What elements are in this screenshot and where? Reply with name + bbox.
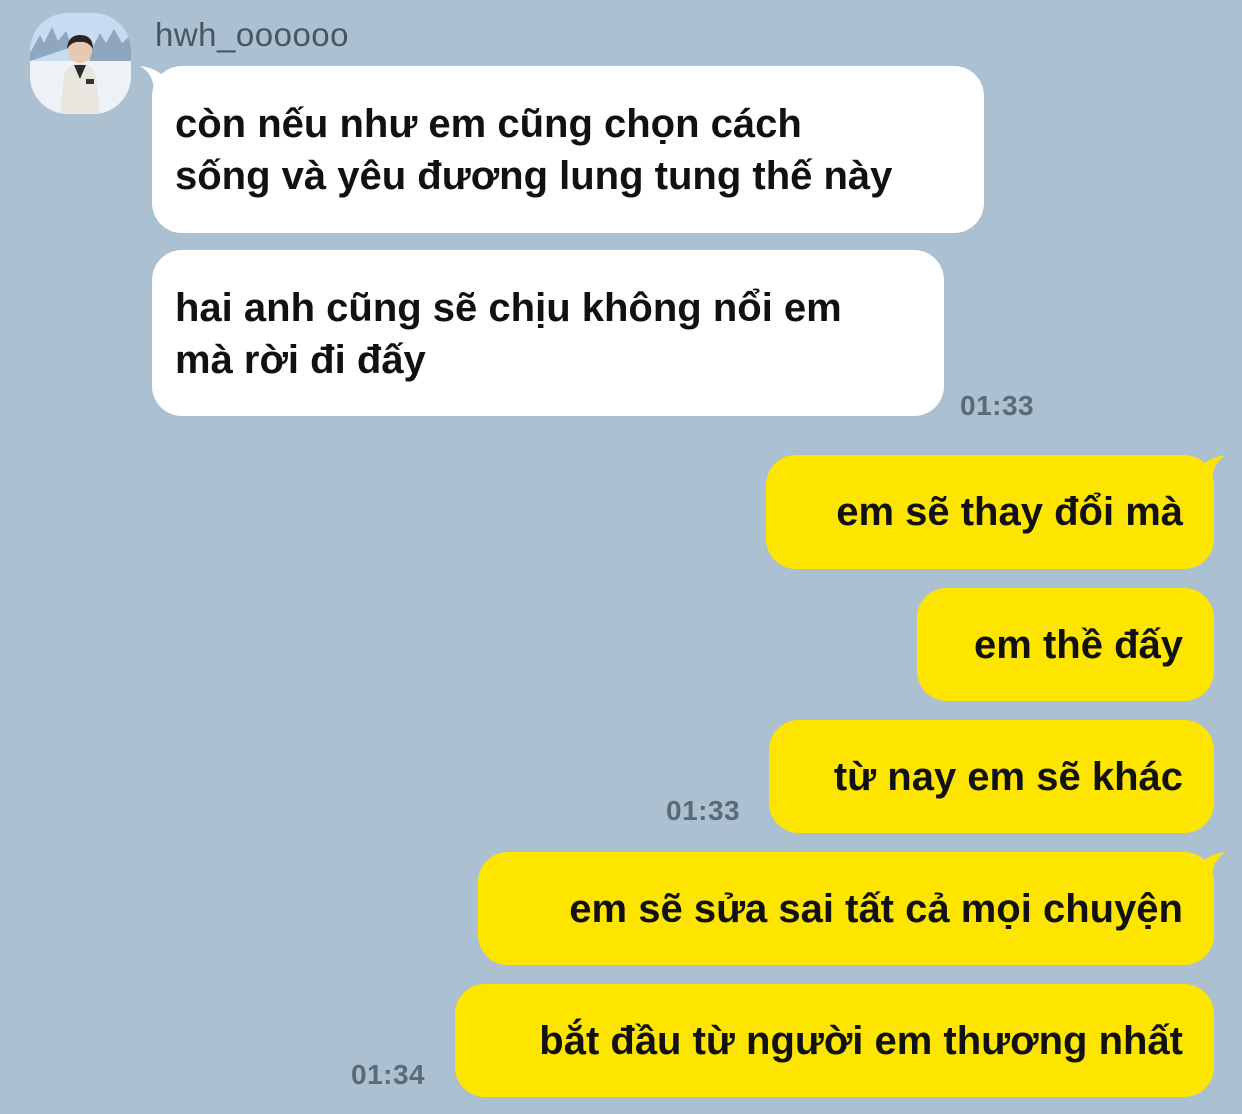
- message-timestamp: 01:34: [351, 1059, 426, 1090]
- outgoing-message-bubble[interactable]: em sẽ thay đổi mà: [766, 455, 1226, 569]
- message-timestamp: 01:33: [666, 795, 741, 826]
- avatar[interactable]: [30, 13, 131, 114]
- message-text: sống và yêu đương lung tung thế này: [175, 154, 893, 198]
- outgoing-message-bubble[interactable]: em sẽ sửa sai tất cả mọi chuyện: [478, 852, 1226, 965]
- outgoing-message-bubble[interactable]: bắt đầu từ người em thương nhất: [455, 984, 1214, 1097]
- outgoing-message-bubble[interactable]: từ nay em sẽ khác: [769, 720, 1214, 833]
- incoming-message-bubble[interactable]: còn nếu như em cũng chọn cách sống và yê…: [140, 66, 984, 233]
- avatar-image: [30, 13, 131, 114]
- sender-name[interactable]: hwh_oooooo: [155, 16, 349, 54]
- message-text: từ nay em sẽ khác: [833, 754, 1183, 799]
- bubble-tail: [140, 66, 170, 92]
- bubble-tail: [1196, 455, 1226, 481]
- message-text: hai anh cũng sẽ chịu không nổi em: [175, 286, 842, 330]
- message-timestamp: 01:33: [960, 390, 1035, 421]
- message-text: em thề đấy: [974, 622, 1183, 667]
- bubble-tail: [1196, 852, 1226, 878]
- message-text: em sẽ sửa sai tất cả mọi chuyện: [569, 886, 1183, 931]
- message-text: bắt đầu từ người em thương nhất: [539, 1018, 1183, 1063]
- outgoing-message-bubble[interactable]: em thề đấy: [917, 588, 1214, 701]
- message-text: mà rời đi đấy: [175, 338, 426, 382]
- message-text: em sẽ thay đổi mà: [836, 490, 1183, 534]
- incoming-message-bubble[interactable]: hai anh cũng sẽ chịu không nổi em mà rời…: [152, 250, 944, 416]
- message-text: còn nếu như em cũng chọn cách: [175, 102, 802, 146]
